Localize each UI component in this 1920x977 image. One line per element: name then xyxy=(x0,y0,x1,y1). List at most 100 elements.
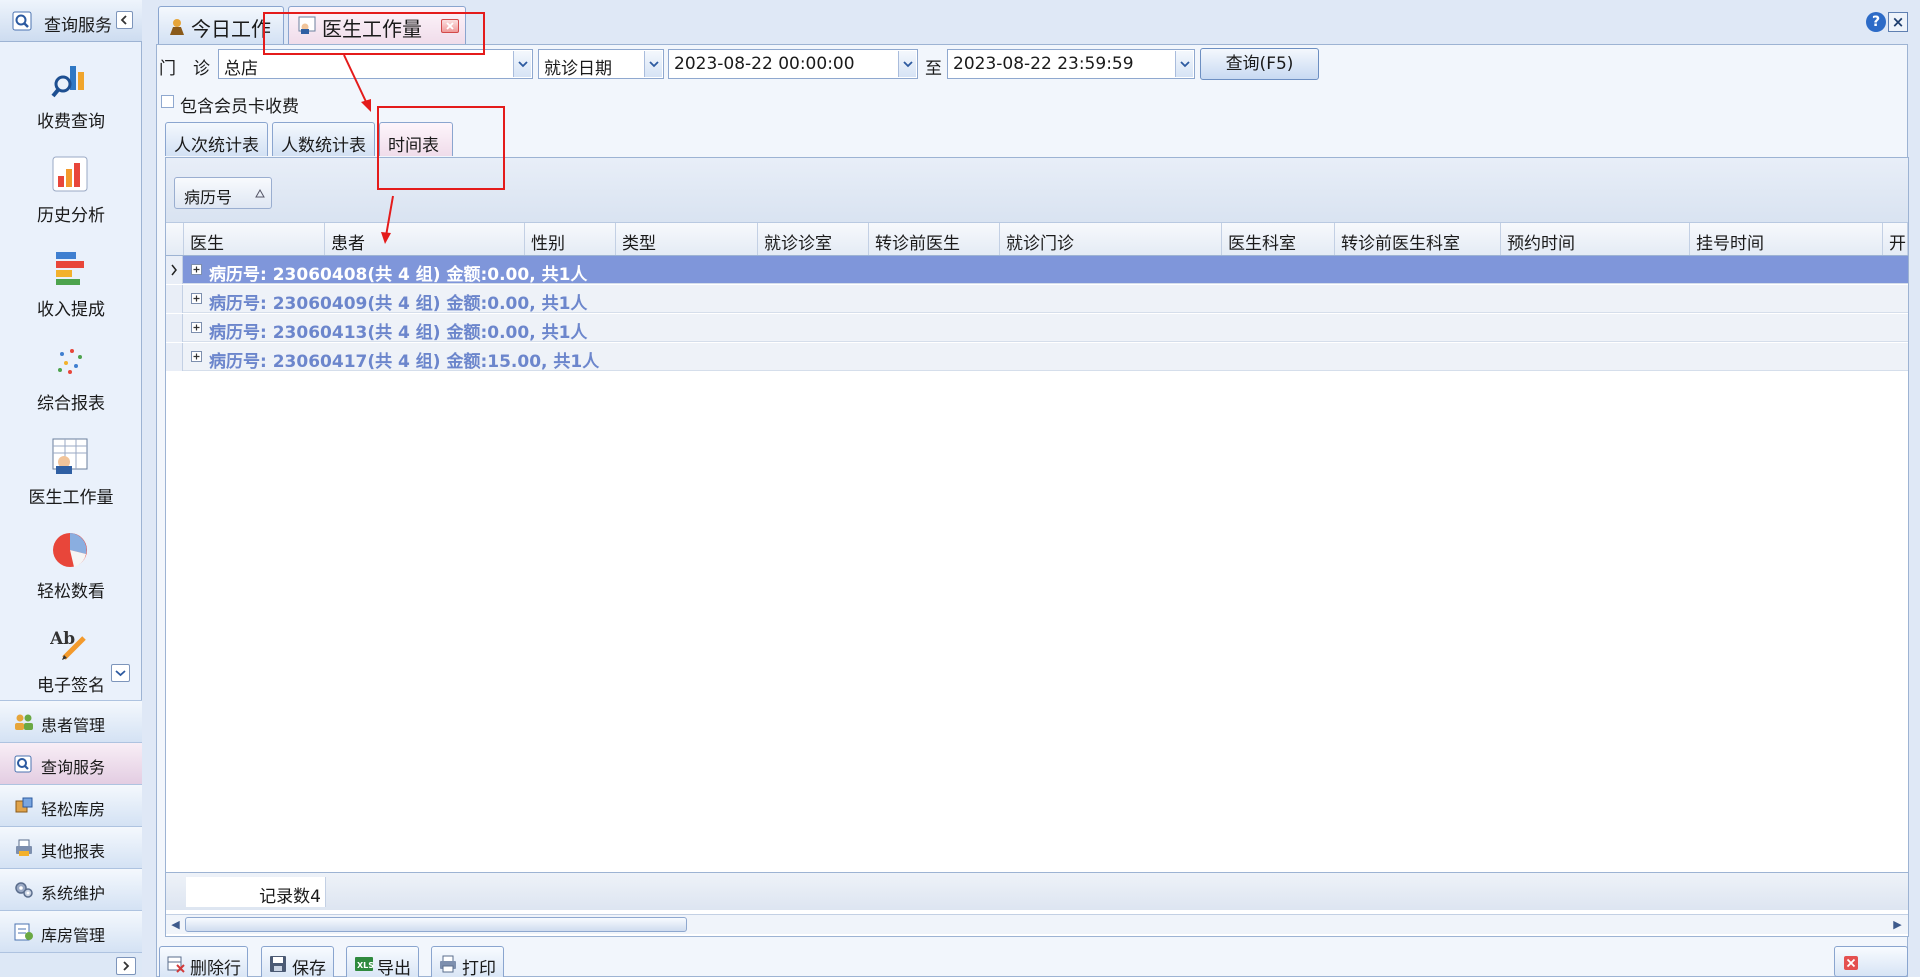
button-label: 保存 xyxy=(292,959,326,977)
tab-visit-stats[interactable]: 人次统计表 xyxy=(165,122,268,156)
delete-row-icon xyxy=(167,955,185,973)
table-row[interactable]: 病历号: 23060408(共 4 组) 金额:0.00, 共1人 xyxy=(166,256,1908,285)
nav-label: 患者管理 xyxy=(41,716,106,735)
table-row[interactable]: 病历号: 23060413(共 4 组) 金额:0.00, 共1人 xyxy=(166,314,1908,343)
table-row[interactable]: 病历号: 23060417(共 4 组) 金额:15.00, 共1人 xyxy=(166,343,1908,372)
export-button[interactable]: XLS 导出 xyxy=(346,946,419,977)
sort-ascending-icon xyxy=(255,189,265,198)
chevron-left-icon[interactable]: ◀ xyxy=(168,917,183,932)
to-label: 至 xyxy=(925,59,942,79)
group-row-text: 病历号: 23060417(共 4 组) 金额:15.00, 共1人 xyxy=(209,352,600,372)
chevron-down-icon xyxy=(1175,51,1193,77)
annotation-arrows xyxy=(343,54,394,244)
row-indicator xyxy=(166,343,183,371)
column-header-prev-doctor-dept[interactable]: 转诊前医生科室 xyxy=(1335,223,1501,255)
nav-system-maintenance[interactable]: 系统维护 xyxy=(0,868,142,910)
sidebar-item-doctor-workload[interactable]: 医生工作量 xyxy=(0,426,142,518)
end-datetime-value: 2023-08-22 23:59:59 xyxy=(953,54,1134,74)
sidebar-item-history-analysis[interactable]: 历史分析 xyxy=(0,144,142,236)
warehouse-icon xyxy=(14,923,34,941)
column-header-clinic[interactable]: 就诊门诊 xyxy=(1000,223,1222,255)
delete-row-button[interactable]: 删除行 xyxy=(159,946,248,977)
sidebar-item-income-commission[interactable]: 收入提成 xyxy=(0,238,142,330)
sidebar-item-e-signature[interactable]: Ab 电子签名 xyxy=(0,614,142,706)
button-label: 导出 xyxy=(377,959,411,977)
tab-label: 今日工作 xyxy=(191,17,271,41)
annotation-box-workload-tab xyxy=(263,12,485,55)
header-indicator-cell xyxy=(166,223,184,255)
clinic-label: 门 诊 xyxy=(159,59,210,79)
start-datetime-value: 2023-08-22 00:00:00 xyxy=(674,54,855,74)
group-row-text: 病历号: 23060408(共 4 组) 金额:0.00, 共1人 xyxy=(209,265,588,285)
column-header-prev-doctor[interactable]: 转诊前医生 xyxy=(869,223,1000,255)
sidebar-collapse-button[interactable] xyxy=(116,11,133,29)
expand-icon[interactable] xyxy=(191,322,202,333)
horizontal-scrollbar[interactable]: ◀ ▶ xyxy=(166,914,1908,934)
column-header-gender[interactable]: 性别 xyxy=(525,223,616,255)
sidebar-item-fee-query[interactable]: 收费查询 xyxy=(0,50,142,142)
nav-label: 其他报表 xyxy=(41,842,106,861)
sidebar-item-label: 历史分析 xyxy=(37,206,105,226)
column-header-start[interactable]: 开 xyxy=(1883,223,1908,255)
sidebar-footer xyxy=(0,952,142,977)
expand-icon[interactable] xyxy=(191,264,202,275)
column-header-consult-room[interactable]: 就诊诊室 xyxy=(758,223,869,255)
printer-report-icon xyxy=(14,839,34,857)
group-by-chip[interactable]: 病历号 xyxy=(174,177,272,209)
button-label: 打印 xyxy=(462,959,496,977)
nav-patient-management[interactable]: 患者管理 xyxy=(0,700,142,742)
close-window-button[interactable] xyxy=(1834,946,1908,977)
sidebar-item-label: 轻松数看 xyxy=(37,582,105,602)
expand-icon[interactable] xyxy=(191,293,202,304)
group-by-label: 病历号 xyxy=(184,188,233,207)
column-header-appointment-time[interactable]: 预约时间 xyxy=(1501,223,1690,255)
query-icon xyxy=(12,11,32,31)
boxes-icon xyxy=(14,797,34,815)
nav-query-service[interactable]: 查询服务 xyxy=(0,742,142,784)
table-row[interactable]: 病历号: 23060409(共 4 组) 金额:0.00, 共1人 xyxy=(166,285,1908,314)
row-indicator xyxy=(166,256,183,284)
date-type-select[interactable]: 就诊日期 xyxy=(538,49,664,79)
signature-pen-icon: Ab xyxy=(50,624,90,664)
column-header-doctor-dept[interactable]: 医生科室 xyxy=(1222,223,1335,255)
nav-warehouse-management[interactable]: 库房管理 xyxy=(0,910,142,952)
column-header-type[interactable]: 类型 xyxy=(616,223,758,255)
member-card-checkbox[interactable] xyxy=(161,95,174,108)
person-icon xyxy=(169,18,185,36)
nav-label: 系统维护 xyxy=(41,884,106,903)
sidebar-item-composite-report[interactable]: 综合报表 xyxy=(0,332,142,424)
nav-label: 查询服务 xyxy=(41,758,106,777)
printer-icon xyxy=(439,955,457,973)
query-button[interactable]: 查询(F5) xyxy=(1200,48,1319,80)
column-header-register-time[interactable]: 挂号时间 xyxy=(1690,223,1883,255)
sidebar-item-label: 收入提成 xyxy=(37,300,105,320)
sidebar-expand-button[interactable] xyxy=(116,957,136,975)
expand-icon[interactable] xyxy=(191,351,202,362)
svg-text:Ab: Ab xyxy=(50,629,75,649)
doctor-board-icon xyxy=(50,436,90,476)
date-type-value: 就诊日期 xyxy=(544,59,612,79)
chevron-down-icon xyxy=(112,665,129,681)
group-row-text: 病历号: 23060409(共 4 组) 金额:0.00, 共1人 xyxy=(209,294,588,314)
sidebar-item-easy-view[interactable]: 轻松数看 xyxy=(0,520,142,612)
dots-report-icon xyxy=(50,342,90,382)
group-row-text: 病历号: 23060413(共 4 组) 金额:0.00, 共1人 xyxy=(209,323,588,343)
nav-easy-warehouse[interactable]: 轻松库房 xyxy=(0,784,142,826)
save-button[interactable]: 保存 xyxy=(261,946,334,977)
sidebar-scroll-down-button[interactable] xyxy=(111,664,130,682)
stacked-bars-icon xyxy=(50,248,90,288)
close-icon xyxy=(1843,955,1859,971)
help-icon[interactable]: ? xyxy=(1866,12,1886,32)
nav-other-reports[interactable]: 其他报表 xyxy=(0,826,142,868)
end-datetime-picker[interactable]: 2023-08-22 23:59:59 xyxy=(947,49,1195,79)
start-datetime-picker[interactable]: 2023-08-22 00:00:00 xyxy=(668,49,918,79)
scrollbar-thumb[interactable] xyxy=(185,917,687,932)
sidebar: 查询服务 收费查询 历史分析 收入提成 综合报表 医生工作量 轻松数看 Ab 电… xyxy=(0,0,142,977)
column-header-doctor[interactable]: 医生 xyxy=(184,223,325,255)
chevron-down-icon xyxy=(898,51,916,77)
sidebar-item-label: 医生工作量 xyxy=(28,488,114,508)
close-icon[interactable]: × xyxy=(1888,12,1908,32)
sidebar-item-label: 收费查询 xyxy=(37,112,105,132)
chevron-right-icon[interactable]: ▶ xyxy=(1890,917,1905,932)
print-button[interactable]: 打印 xyxy=(431,946,504,977)
